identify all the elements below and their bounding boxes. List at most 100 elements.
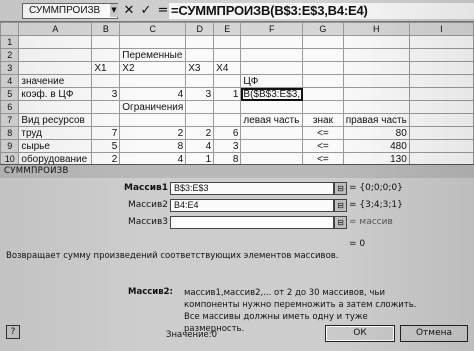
cell-h2[interactable] bbox=[342, 48, 410, 62]
cell-a4[interactable]: значение bbox=[18, 74, 93, 88]
cell-g5[interactable] bbox=[302, 87, 344, 101]
cell-a6[interactable] bbox=[18, 100, 93, 114]
cell-i10[interactable] bbox=[408, 152, 474, 164]
row-header[interactable]: 10 bbox=[0, 152, 20, 164]
collapse-dialog-icon[interactable]: ⊟ bbox=[334, 216, 347, 229]
column-header-g[interactable]: G bbox=[302, 22, 344, 36]
collapse-dialog-icon[interactable]: ⊟ bbox=[334, 182, 347, 195]
cell-c1[interactable] bbox=[119, 35, 187, 49]
cell-f10[interactable] bbox=[240, 152, 304, 164]
cell-f3[interactable] bbox=[240, 61, 304, 75]
cell-f1[interactable] bbox=[240, 35, 304, 49]
row-header[interactable]: 1 bbox=[0, 35, 20, 49]
cell-d4[interactable] bbox=[185, 74, 215, 88]
cell-i8[interactable] bbox=[408, 126, 474, 140]
cell-c4[interactable] bbox=[119, 74, 187, 88]
cell-c2[interactable]: Переменные bbox=[119, 48, 187, 62]
cell-f7[interactable]: левая часть bbox=[240, 113, 304, 127]
column-header-i[interactable]: I bbox=[408, 22, 474, 36]
column-header-c[interactable]: C bbox=[119, 22, 187, 36]
cell-g8[interactable]: <= bbox=[302, 126, 344, 140]
cell-d10[interactable]: 1 bbox=[185, 152, 215, 164]
cell-d3[interactable]: X3 bbox=[185, 61, 215, 75]
cell-e10[interactable]: 8 bbox=[213, 152, 242, 164]
cell-e5[interactable]: 1 bbox=[213, 87, 242, 101]
cell-i6[interactable] bbox=[408, 100, 474, 114]
row-header[interactable]: 9 bbox=[0, 139, 20, 153]
row-header[interactable]: 4 bbox=[0, 74, 20, 88]
cell-d7[interactable] bbox=[185, 113, 215, 127]
column-header-a[interactable]: A bbox=[18, 22, 93, 36]
cell-h3[interactable] bbox=[342, 61, 410, 75]
cancel-formula-button[interactable]: ✕ bbox=[121, 3, 137, 19]
ok-button[interactable]: ОК bbox=[325, 325, 395, 342]
cell-g6[interactable] bbox=[302, 100, 344, 114]
cell-i5[interactable] bbox=[408, 87, 474, 101]
column-header-h[interactable]: H bbox=[342, 22, 410, 36]
column-header-b[interactable]: B bbox=[91, 22, 121, 36]
help-button[interactable]: ? bbox=[6, 325, 20, 339]
cell-g10[interactable]: <= bbox=[302, 152, 344, 164]
cell-h5[interactable] bbox=[342, 87, 410, 101]
cell-a8[interactable]: труд bbox=[18, 126, 93, 140]
row-header[interactable]: 2 bbox=[0, 48, 20, 62]
cell-c8[interactable]: 2 bbox=[119, 126, 187, 140]
cell-a9[interactable]: сырье bbox=[18, 139, 93, 153]
cell-b10[interactable]: 2 bbox=[91, 152, 121, 164]
cell-c9[interactable]: 8 bbox=[119, 139, 187, 153]
enter-formula-button[interactable]: ✓ bbox=[138, 3, 154, 19]
cell-c3[interactable]: X2 bbox=[119, 61, 187, 75]
cell-f5[interactable]: B($B$3:E$3, bbox=[240, 87, 304, 101]
array3-input[interactable] bbox=[170, 216, 334, 229]
cell-a10[interactable]: оборудование bbox=[18, 152, 93, 164]
cell-b5[interactable]: 3 bbox=[91, 87, 121, 101]
cell-e3[interactable]: X4 bbox=[213, 61, 242, 75]
cell-c7[interactable] bbox=[119, 113, 187, 127]
cell-b1[interactable] bbox=[91, 35, 121, 49]
array1-input[interactable]: B$3:E$3 bbox=[170, 182, 334, 195]
cell-a3[interactable] bbox=[18, 61, 93, 75]
cancel-button[interactable]: Отмена bbox=[400, 325, 468, 342]
cell-e8[interactable]: 6 bbox=[213, 126, 242, 140]
cell-h8[interactable]: 80 bbox=[342, 126, 410, 140]
cell-b8[interactable]: 7 bbox=[91, 126, 121, 140]
cell-g3[interactable] bbox=[302, 61, 344, 75]
cell-i7[interactable] bbox=[408, 113, 474, 127]
cell-g2[interactable] bbox=[302, 48, 344, 62]
cell-d9[interactable]: 4 bbox=[185, 139, 215, 153]
column-header-d[interactable]: D bbox=[185, 22, 215, 36]
cell-g4[interactable] bbox=[302, 74, 344, 88]
cell-g1[interactable] bbox=[302, 35, 344, 49]
cell-f8[interactable] bbox=[240, 126, 304, 140]
row-header[interactable]: 6 bbox=[0, 100, 20, 114]
row-header[interactable]: 3 bbox=[0, 61, 20, 75]
cell-f9[interactable] bbox=[240, 139, 304, 153]
cell-h6[interactable] bbox=[342, 100, 410, 114]
collapse-dialog-icon[interactable]: ⊟ bbox=[334, 199, 347, 212]
name-box[interactable]: СУММПРОИЗВ bbox=[22, 3, 118, 19]
cell-i3[interactable] bbox=[408, 61, 474, 75]
cell-b9[interactable]: 5 bbox=[91, 139, 121, 153]
cell-c5[interactable]: 4 bbox=[119, 87, 187, 101]
row-header[interactable]: 8 bbox=[0, 126, 20, 140]
cell-a1[interactable] bbox=[18, 35, 93, 49]
column-header-e[interactable]: E bbox=[213, 22, 242, 36]
cell-a2[interactable] bbox=[18, 48, 93, 62]
cell-e6[interactable] bbox=[213, 100, 242, 114]
select-all-corner[interactable] bbox=[0, 22, 20, 36]
cell-i2[interactable] bbox=[408, 48, 474, 62]
cell-e1[interactable] bbox=[213, 35, 242, 49]
cell-c6[interactable]: Ограничения bbox=[119, 100, 187, 114]
cell-b7[interactable] bbox=[91, 113, 121, 127]
cell-b3[interactable]: X1 bbox=[91, 61, 121, 75]
row-header[interactable]: 5 bbox=[0, 87, 20, 101]
cell-h10[interactable]: 130 bbox=[342, 152, 410, 164]
cell-h4[interactable] bbox=[342, 74, 410, 88]
chevron-down-icon[interactable]: ▼ bbox=[110, 4, 118, 17]
cell-i4[interactable] bbox=[408, 74, 474, 88]
cell-i9[interactable] bbox=[408, 139, 474, 153]
cell-e4[interactable] bbox=[213, 74, 242, 88]
cell-b6[interactable] bbox=[91, 100, 121, 114]
array2-input[interactable]: B4:E4 bbox=[170, 199, 334, 212]
cell-d2[interactable] bbox=[185, 48, 215, 62]
